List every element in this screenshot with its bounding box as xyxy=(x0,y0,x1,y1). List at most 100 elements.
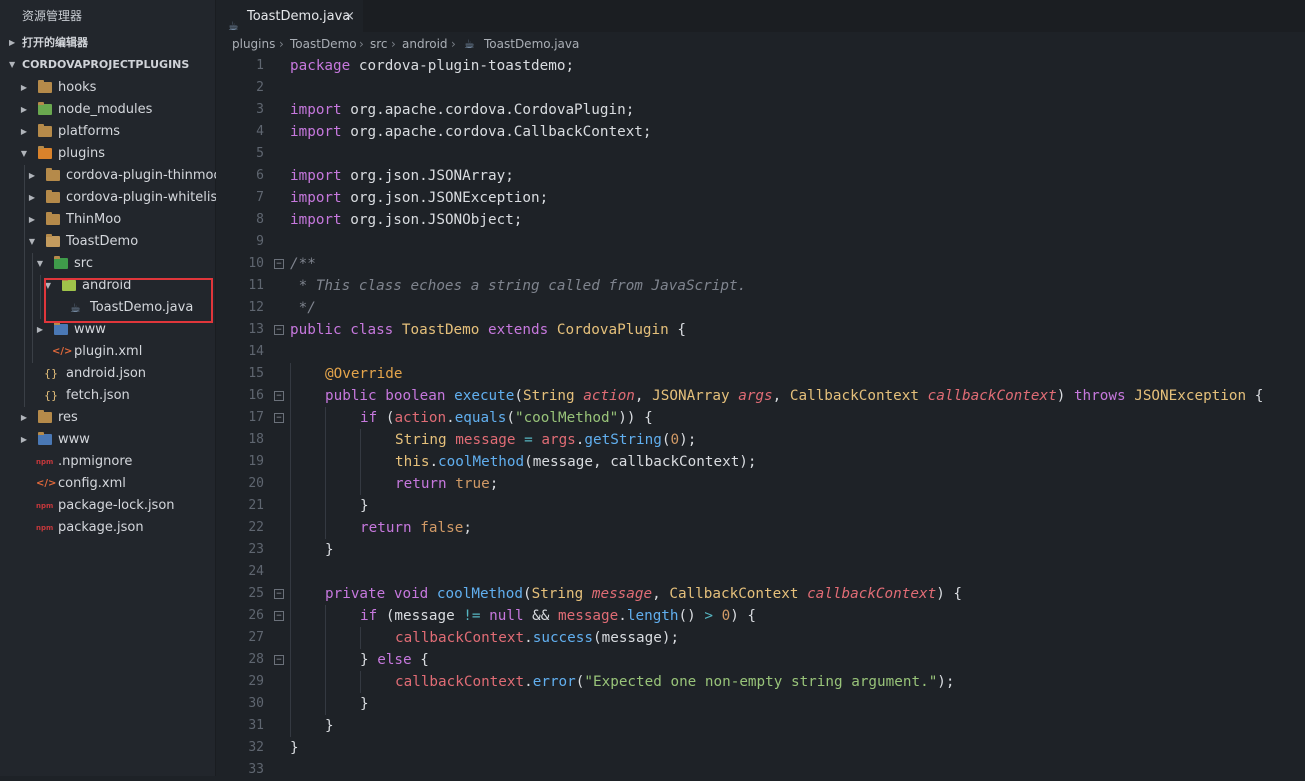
breadcrumb-item[interactable]: src xyxy=(370,33,388,55)
tree-item-toastdemo[interactable]: ▼ ToastDemo xyxy=(0,231,216,253)
tree-item-cordova-plugin-whitelist[interactable]: ▶ cordova-plugin-whitelist xyxy=(0,187,222,209)
breadcrumb-item[interactable]: ToastDemo xyxy=(290,33,357,55)
folder-icon xyxy=(46,168,60,183)
code-line: 2 xyxy=(256,80,264,95)
tree-item-label: cordova-plugin-thinmoo xyxy=(66,168,222,183)
chevron-right-icon: ▶ xyxy=(28,215,36,224)
chevron-right-icon: ▶ xyxy=(36,325,44,334)
tree-item-label: www xyxy=(74,322,106,337)
code-line: 21} xyxy=(216,495,1305,517)
tree-item-toastdemo-java[interactable]: ☕ ToastDemo.java xyxy=(0,297,216,319)
breadcrumb-item[interactable]: android xyxy=(402,33,448,55)
code-line: 8 import org.json.JSONObject; xyxy=(256,212,523,228)
code-line: 33 xyxy=(248,762,264,777)
code-line: 6 import org.json.JSONArray; xyxy=(256,168,514,184)
code-line: 9 xyxy=(256,234,264,249)
tree-item-package-lock-json[interactable]: npm package-lock.json xyxy=(0,495,216,517)
code-line: 25− private void coolMethod(String messag… xyxy=(216,583,1305,605)
tree-item-plugins[interactable]: ▼ plugins xyxy=(0,143,216,165)
node-folder-icon xyxy=(38,102,52,117)
code-line: 5 xyxy=(256,146,264,161)
folder-open-icon xyxy=(46,234,60,249)
fold-toggle-icon[interactable]: − xyxy=(274,655,284,665)
www-folder-icon xyxy=(38,432,52,447)
code-line: 3 import org.apache.cordova.CordovaPlugin… xyxy=(256,102,635,118)
folder-icon xyxy=(38,80,52,95)
code-line: 16− public boolean execute(String action,… xyxy=(216,385,1305,407)
breadcrumb-item[interactable]: plugins xyxy=(232,33,275,55)
npm-file-icon: npm xyxy=(36,524,54,532)
folder-icon xyxy=(46,212,60,227)
tree-item-thinmoo[interactable]: ▶ ThinMoo xyxy=(0,209,216,231)
chevron-right-icon: › xyxy=(359,37,364,51)
chevron-right-icon: › xyxy=(391,37,396,51)
tree-item-android[interactable]: ▼ android xyxy=(0,275,216,297)
tree-item-plugin-xml[interactable]: </> plugin.xml xyxy=(0,341,216,363)
json-file-icon: {} xyxy=(44,389,58,402)
code-line: 7 import org.json.JSONException; xyxy=(256,190,549,206)
breadcrumb-item[interactable]: ToastDemo.java xyxy=(484,33,579,55)
tree-item-platforms[interactable]: ▶ platforms xyxy=(0,121,216,143)
xml-file-icon: </> xyxy=(52,346,73,357)
tree-item-label: config.xml xyxy=(58,476,126,491)
chevron-down-icon: ▼ xyxy=(36,259,44,268)
chevron-right-icon: ▶ xyxy=(28,171,36,180)
tree-item-label: ThinMoo xyxy=(66,212,122,227)
chevron-right-icon: ▶ xyxy=(20,105,28,114)
chevron-right-icon: ▶ xyxy=(20,435,28,444)
tab-toastdemo-java[interactable]: ☕ ToastDemo.java × xyxy=(216,0,363,33)
fold-toggle-icon[interactable]: − xyxy=(274,611,284,621)
tree-item-label: android.json xyxy=(66,366,147,381)
tree-item-www-inner[interactable]: ▶ www xyxy=(0,319,216,341)
fold-toggle-icon[interactable]: − xyxy=(274,413,284,423)
fold-toggle-icon[interactable]: − xyxy=(274,391,284,401)
tree-item-config-xml[interactable]: </> config.xml xyxy=(0,473,216,495)
tree-item-android-json[interactable]: {} android.json xyxy=(0,363,216,385)
folder-icon xyxy=(38,124,52,139)
fold-toggle-icon[interactable]: − xyxy=(274,589,284,599)
fold-toggle-icon[interactable]: − xyxy=(274,259,284,269)
json-file-icon: {} xyxy=(44,367,58,380)
code-line: 12 */ xyxy=(248,300,316,316)
code-line: 30} xyxy=(216,693,1305,715)
java-file-icon: ☕ xyxy=(70,301,81,315)
tree-item-res[interactable]: ▶ res xyxy=(0,407,216,429)
tree-item-label: www xyxy=(58,432,90,447)
chevron-down-icon: ▼ xyxy=(9,60,16,69)
xml-file-icon: </> xyxy=(36,478,57,489)
java-file-icon: ☕ xyxy=(464,37,475,51)
project-section[interactable]: ▼ CORDOVAPROJECTPLUGINS xyxy=(0,54,215,76)
chevron-down-icon: ▼ xyxy=(44,281,52,290)
chevron-right-icon: › xyxy=(279,37,284,51)
tree-item-hooks[interactable]: ▶ hooks xyxy=(0,77,216,99)
tree-item-node-modules[interactable]: ▶ node_modules xyxy=(0,99,216,121)
tree-item-label: res xyxy=(58,410,78,425)
tree-item-src[interactable]: ▼ src xyxy=(0,253,216,275)
code-line: 29 callbackContext.error("Expected one no… xyxy=(216,671,1305,693)
close-icon[interactable]: × xyxy=(344,1,355,33)
code-line: 1 package cordova-plugin-toastdemo; xyxy=(256,58,575,74)
code-line: 13− public class ToastDemo extends Cordov… xyxy=(248,322,686,338)
tree-item-cordova-plugin-thinmoo[interactable]: ▶ cordova-plugin-thinmoo xyxy=(0,165,221,187)
tree-item-www[interactable]: ▶ www xyxy=(0,429,216,451)
explorer-sidebar: 资源管理器 ▶ 打开的编辑器 ▼ CORDOVAPROJECTPLUGINS ▶… xyxy=(0,0,222,776)
code-line: 23} xyxy=(216,539,1305,561)
code-line: 22 return false; xyxy=(216,517,1305,539)
fold-toggle-icon[interactable]: − xyxy=(274,325,284,335)
code-line: 11 * This class echoes a string called f… xyxy=(248,278,747,294)
breadcrumb: plugins › ToastDemo › src › android › ☕ … xyxy=(216,33,1305,55)
tree-item-fetch-json[interactable]: {} fetch.json xyxy=(0,385,216,407)
tree-item-npmignore[interactable]: npm .npmignore xyxy=(0,451,216,473)
npm-file-icon: npm xyxy=(36,458,54,466)
open-editors-section[interactable]: ▶ 打开的编辑器 xyxy=(0,32,215,54)
chevron-right-icon: ▶ xyxy=(20,83,28,92)
chevron-down-icon: ▼ xyxy=(20,149,28,158)
open-editors-label: 打开的编辑器 xyxy=(22,36,88,49)
tree-item-label: hooks xyxy=(58,80,97,95)
chevron-right-icon: ▶ xyxy=(9,38,16,47)
tree-item-package-json[interactable]: npm package.json xyxy=(0,517,216,539)
chevron-right-icon: › xyxy=(451,37,456,51)
code-editor[interactable]: 1 package cordova-plugin-toastdemo; 2 3 im… xyxy=(216,55,1305,777)
explorer-title: 资源管理器 xyxy=(22,9,83,23)
tab-bar: ☕ ToastDemo.java × xyxy=(216,0,1305,33)
